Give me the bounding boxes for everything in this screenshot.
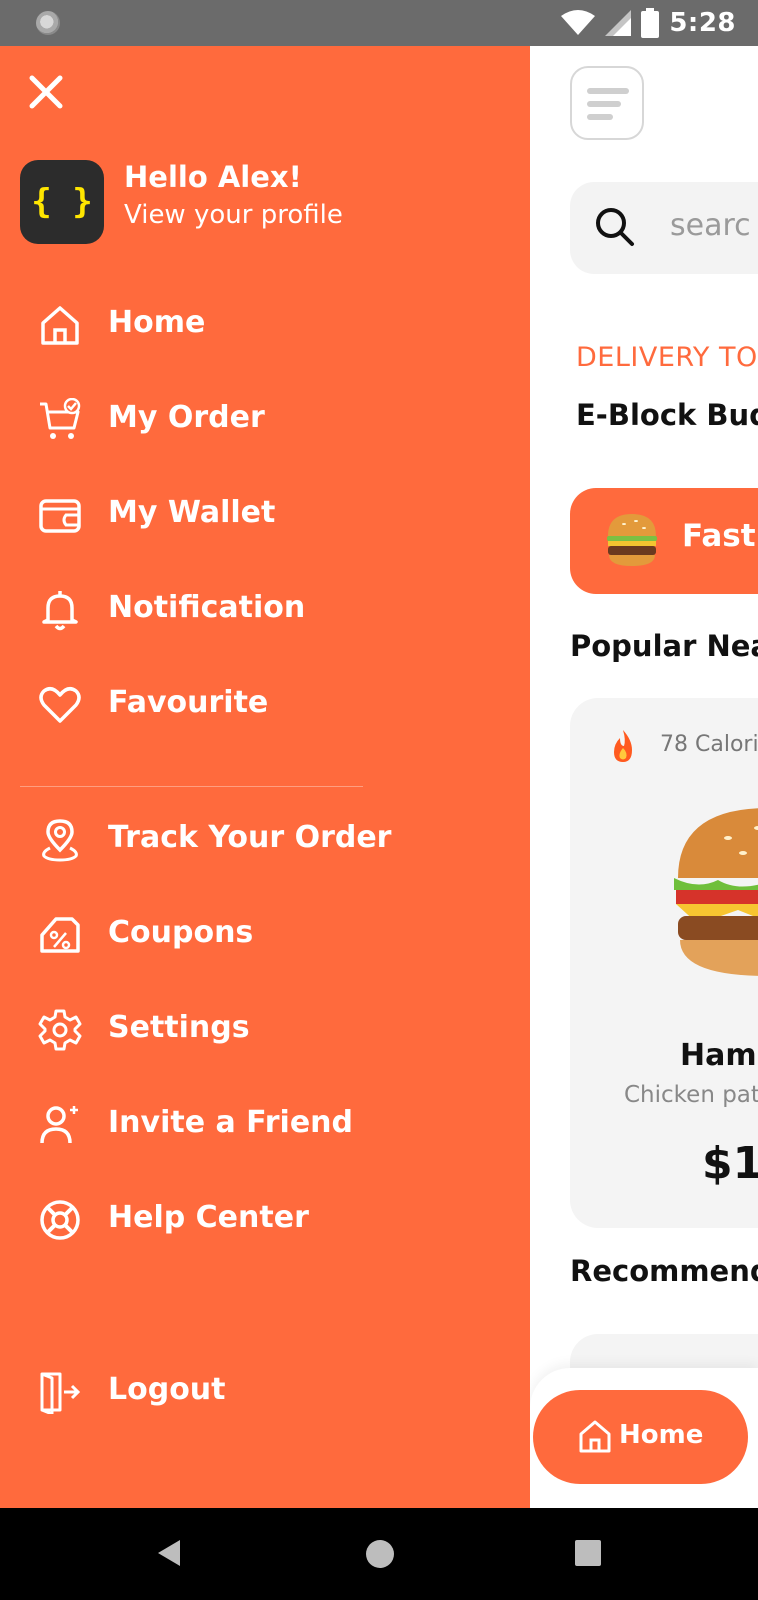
lifebuoy-icon	[40, 1200, 80, 1240]
drawer-item-my-wallet[interactable]: My Wallet	[0, 479, 420, 549]
back-icon[interactable]	[156, 1538, 182, 1568]
drawer-item-label: Home	[108, 305, 206, 340]
drawer-item-track-your-order[interactable]: Track Your Order	[0, 804, 420, 874]
add-user-icon	[40, 1106, 78, 1144]
cart-icon	[40, 398, 81, 439]
home-button[interactable]	[366, 1540, 394, 1568]
category-chip-fast-food[interactable]: Fast F	[570, 488, 758, 594]
search-bar[interactable]: searc	[570, 182, 758, 274]
avatar-logo: { }	[31, 182, 93, 222]
drawer-item-notification[interactable]: Notification	[0, 574, 420, 644]
food-card[interactable]: 78 Calori Ham Chicken pat $15	[570, 698, 758, 1228]
drawer-item-label: Help Center	[108, 1200, 309, 1235]
drawer-item-favourite[interactable]: Favourite	[0, 669, 420, 739]
search-icon	[596, 208, 634, 246]
bottom-nav-home[interactable]: Home	[533, 1390, 748, 1484]
coupon-icon	[40, 917, 80, 953]
view-profile-link[interactable]: View your profile	[124, 200, 343, 230]
battery-icon	[641, 8, 660, 38]
search-input[interactable]: searc	[670, 208, 751, 243]
fire-icon	[614, 730, 632, 762]
food-price: $15	[702, 1138, 758, 1189]
recent-apps-button[interactable]	[575, 1540, 601, 1566]
drawer-item-label: My Wallet	[108, 495, 276, 530]
drawer-item-label: Invite a Friend	[108, 1105, 354, 1140]
home-icon	[579, 1420, 611, 1453]
bottom-nav: Home	[530, 1368, 758, 1508]
hamburger-image	[674, 808, 758, 976]
drawer-item-label: Track Your Order	[108, 820, 392, 855]
drawer-item-coupons[interactable]: Coupons	[0, 899, 420, 969]
profile-name: Hello Alex!	[124, 160, 302, 194]
food-name: Ham	[680, 1038, 757, 1073]
drawer-item-home[interactable]: Home	[0, 289, 420, 359]
logout-button[interactable]: Logout	[0, 1356, 420, 1426]
gear-icon	[38, 1009, 82, 1051]
drawer-item-label: Settings	[108, 1010, 250, 1045]
drawer-divider	[20, 786, 363, 787]
wallet-icon	[39, 499, 81, 533]
signal-icon	[605, 10, 632, 36]
popular-section-title: Popular Nea	[570, 629, 758, 663]
drawer-item-label: My Order	[108, 400, 265, 435]
category-label: Fast F	[682, 518, 758, 554]
delivery-address[interactable]: E-Block Bud	[576, 398, 758, 432]
drawer-item-invite-a-friend[interactable]: Invite a Friend	[0, 1089, 420, 1159]
recommended-section-title: Recommend	[570, 1254, 758, 1288]
avatar[interactable]: { }	[20, 160, 104, 244]
burger-icon	[607, 514, 657, 566]
drawer-item-label: Notification	[108, 590, 306, 625]
menu-button[interactable]	[570, 66, 644, 140]
calories-text: 78 Calori	[660, 732, 758, 757]
drawer-item-label: Coupons	[108, 915, 254, 950]
drawer-item-settings[interactable]: Settings	[0, 994, 420, 1064]
drawer-item-help-center[interactable]: Help Center	[0, 1184, 420, 1254]
wifi-icon	[561, 10, 596, 35]
close-icon[interactable]	[26, 72, 66, 112]
logout-icon	[40, 1372, 81, 1414]
system-nav-bar	[0, 1508, 758, 1600]
drawer-item-my-order[interactable]: My Order	[0, 384, 420, 454]
side-drawer: { } Hello Alex! View your profile Home M…	[0, 46, 530, 1508]
status-bar: 5:28	[0, 0, 758, 46]
main-screen: searc DELIVERY TO E-Block Bud Fast F Pop…	[530, 46, 758, 1508]
location-pin-icon	[42, 819, 78, 862]
drawer-item-label: Favourite	[108, 685, 269, 720]
food-description: Chicken pat	[624, 1082, 758, 1108]
bottom-nav-home-label: Home	[619, 1420, 704, 1450]
status-right: 5:28	[561, 4, 736, 42]
logout-label: Logout	[108, 1372, 226, 1407]
sync-icon	[36, 11, 60, 35]
bell-icon	[42, 591, 78, 631]
heart-icon	[39, 687, 81, 723]
delivery-label: DELIVERY TO	[576, 342, 758, 373]
status-time: 5:28	[669, 8, 736, 38]
home-icon	[41, 306, 79, 345]
